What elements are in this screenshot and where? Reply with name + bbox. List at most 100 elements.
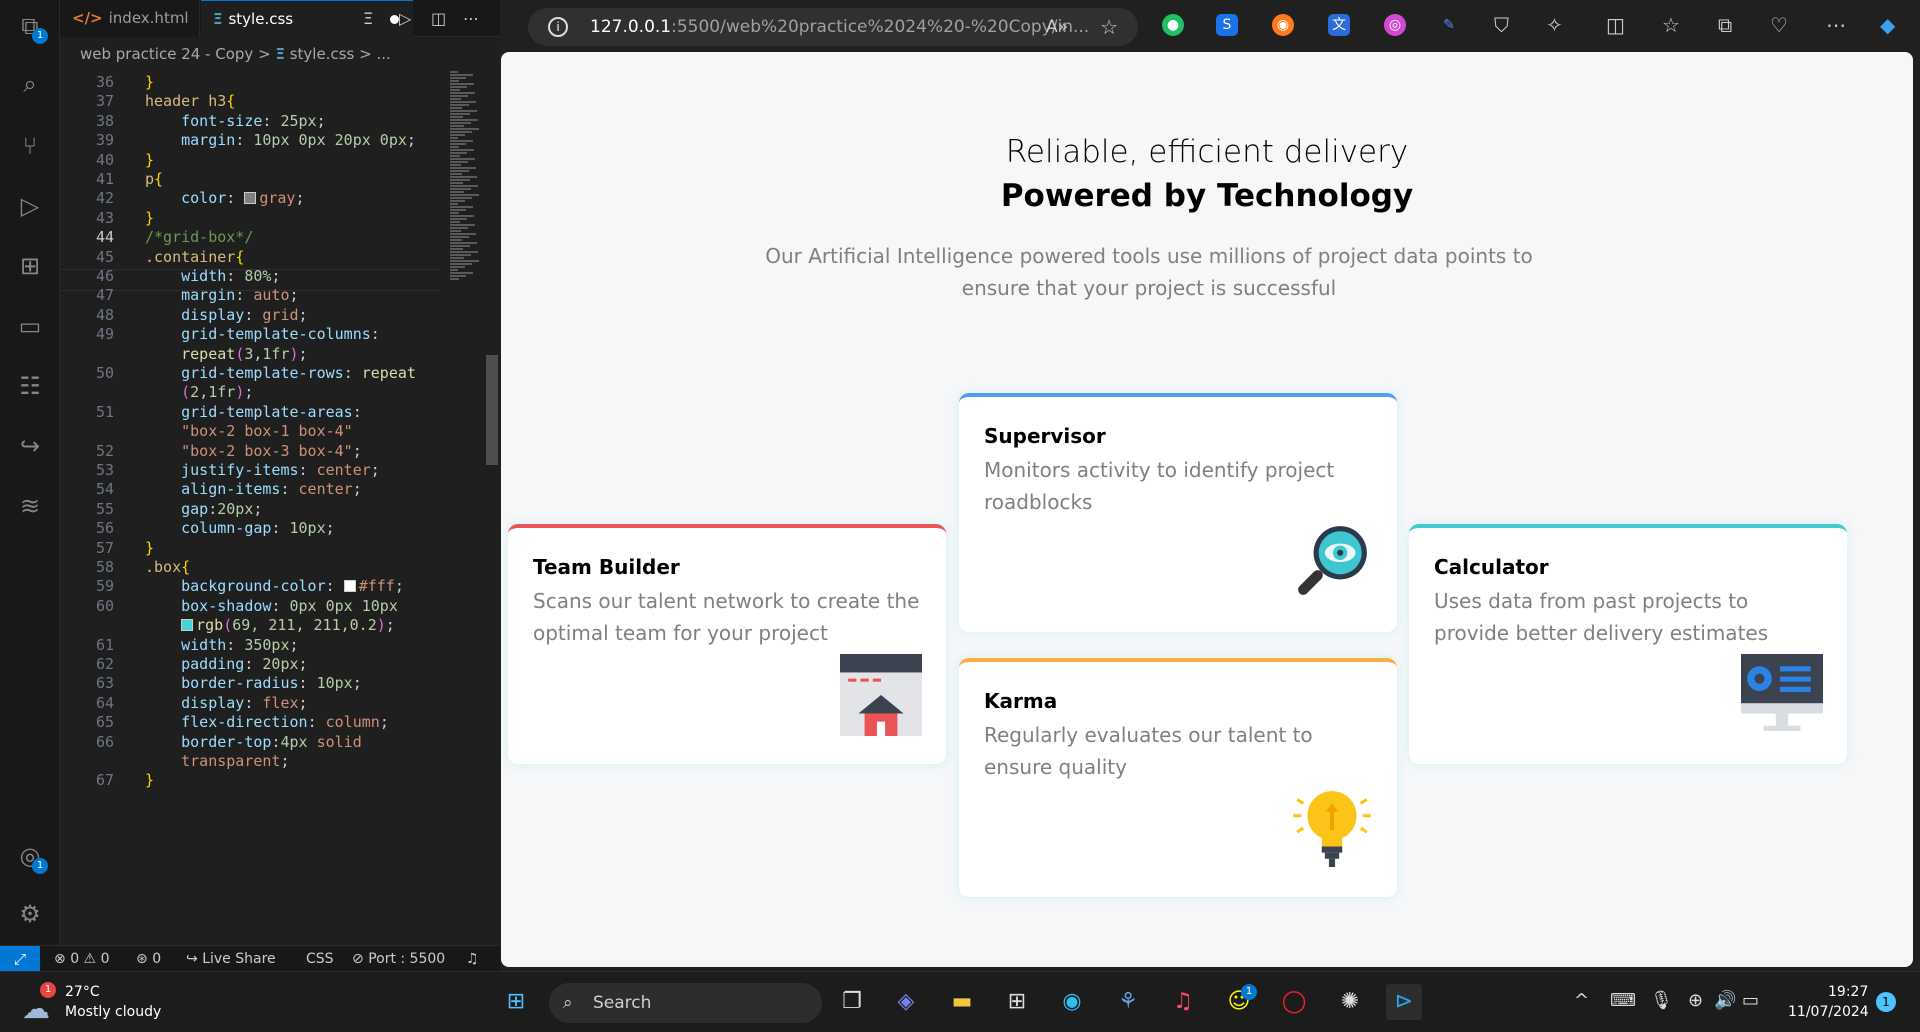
clock-time[interactable]: 19:27 (1828, 984, 1868, 1000)
favorites-icon[interactable]: ☆ (1662, 13, 1680, 37)
keyboard-icon[interactable]: ⌨ (1610, 990, 1636, 1011)
problems-indicator[interactable]: ⊗ 0 ⚠ 0 (54, 946, 109, 972)
code-line[interactable]: column-gap: 10px; (145, 519, 335, 537)
code-line[interactable]: (2,1fr); (145, 383, 253, 401)
extensions-puzzle-icon[interactable]: ✧ (1546, 13, 1563, 37)
code-line[interactable]: justify-items: center; (145, 461, 380, 479)
settings-gear-icon[interactable]: ⚙ (14, 898, 46, 930)
address-bar[interactable]: i 127.0.0.1:5500/web%20practice%2024%20-… (528, 8, 1138, 46)
show-hidden-icons-icon[interactable]: ^ (1574, 990, 1589, 1011)
extensions-icon[interactable]: ⊞ (14, 250, 46, 282)
code-line[interactable]: rgb(69, 211, 211,0.2); (145, 616, 395, 634)
source-control-icon[interactable]: ⑂ (14, 130, 46, 162)
teams-chat-icon[interactable]: ◈ (888, 984, 924, 1020)
code-line[interactable]: p{ (145, 170, 163, 188)
taskbar-search[interactable]: ⌕ Search (549, 983, 822, 1023)
minimap[interactable] (448, 71, 484, 291)
code-line[interactable]: } (145, 209, 154, 227)
code-line[interactable]: .container{ (145, 248, 244, 266)
extension-green-icon[interactable]: ● (1162, 14, 1184, 36)
weather-widget[interactable]: ☁ 1 (22, 982, 62, 1025)
breadcrumb-more[interactable]: > ... (359, 45, 391, 63)
python-file-icon[interactable]: ⚘ (1110, 984, 1146, 1020)
microsoft-store-icon[interactable]: ⊞ (999, 984, 1035, 1020)
code-line[interactable]: } (145, 73, 154, 91)
site-info-icon[interactable]: i (548, 17, 568, 37)
explorer-icon[interactable]: ⧉ 1 (14, 10, 48, 44)
code-line[interactable]: gap:20px; (145, 500, 262, 518)
code-line[interactable]: background-color: #fff; (145, 577, 404, 595)
code-line[interactable]: transparent; (145, 752, 289, 770)
notifications-bell-icon[interactable]: ♫ (466, 946, 479, 972)
code-line[interactable]: "box-2 box-3 box-4"; (145, 442, 362, 460)
copilot-icon[interactable]: ◆ (1880, 13, 1895, 37)
copilot-icon[interactable]: ≋ (14, 490, 46, 522)
chatgpt-icon[interactable]: ✺ (1332, 984, 1368, 1020)
code-line[interactable]: flex-direction: column; (145, 713, 389, 731)
code-line[interactable]: padding: 20px; (145, 655, 307, 673)
code-line[interactable]: width: 80%; (145, 267, 280, 285)
vscode-taskbar-icon[interactable]: ⊳ (1386, 984, 1422, 1020)
code-line[interactable]: /*grid-box*/ (145, 228, 253, 246)
extension-translate-icon[interactable]: 文 (1328, 14, 1350, 36)
code-line[interactable]: grid-template-areas: (145, 403, 362, 421)
file-explorer-icon[interactable]: ▬ (944, 984, 980, 1020)
open-preview-icon[interactable]: Ξ (363, 0, 373, 37)
more-actions-icon[interactable]: ⋯ (463, 0, 479, 37)
battery-icon[interactable]: ▭ (1742, 990, 1759, 1011)
code-line[interactable]: align-items: center; (145, 480, 362, 498)
extension-color-icon[interactable]: ◎ (1384, 14, 1406, 36)
opera-icon[interactable]: ◯ (1276, 984, 1312, 1020)
language-mode[interactable]: CSS (306, 946, 334, 972)
live-server-port[interactable]: ⊘ Port : 5500 (352, 946, 445, 972)
code-line[interactable]: "box-2 box-1 box-4" (145, 422, 353, 440)
settings-more-icon[interactable]: ⋯ (1826, 13, 1846, 37)
code-line[interactable]: display: grid; (145, 306, 307, 324)
extension-s-icon[interactable]: S (1216, 14, 1238, 36)
code-line[interactable]: box-shadow: 0px 0px 10px (145, 597, 398, 615)
live-share-icon[interactable]: ↪ (14, 430, 46, 462)
browser-essentials-icon[interactable]: ♡ (1770, 13, 1788, 37)
split-screen-icon[interactable]: ◫ (1606, 13, 1625, 37)
code-editor[interactable]: 36} 37 header h3{38 font-size: 25px; 39 mar… (60, 71, 440, 945)
unsaved-dot-icon[interactable] (390, 15, 399, 24)
extension-pen-icon[interactable]: ✎ (1438, 14, 1460, 36)
remote-explorer-icon[interactable]: ▭ (14, 310, 46, 342)
code-line[interactable]: repeat(3,1fr); (145, 345, 307, 363)
code-line[interactable]: } (145, 771, 154, 789)
code-line[interactable]: border-radius: 10px; (145, 674, 362, 692)
code-line[interactable]: .box{ (145, 558, 190, 576)
breadcrumb-file[interactable]: style.css (290, 45, 355, 63)
notification-count-badge[interactable]: 1 (1876, 992, 1896, 1012)
code-line[interactable]: header h3{ (145, 92, 235, 110)
collections-icon[interactable]: ⧉ (1718, 13, 1732, 37)
edge-browser-icon[interactable]: ◉ (1054, 984, 1090, 1020)
accounts-icon[interactable]: ◎ 1 (14, 840, 48, 874)
search-icon[interactable]: ⌕ (14, 68, 46, 100)
snapchat-icon[interactable]: ☺ 1 (1221, 984, 1257, 1020)
remote-indicator-icon[interactable]: ⤢ (0, 946, 40, 972)
run-debug-icon[interactable]: ▷ (14, 190, 46, 222)
breadcrumb-folder[interactable]: web practice 24 - Copy (80, 45, 253, 63)
itunes-music-icon[interactable]: ♫ (1165, 984, 1201, 1020)
tab-index-html[interactable]: </> index.html (60, 0, 200, 37)
code-line[interactable]: font-size: 25px; (145, 112, 326, 130)
code-line[interactable]: display: flex; (145, 694, 307, 712)
clock-date[interactable]: 11/07/2024 (1788, 1004, 1869, 1020)
shield-icon[interactable]: ⛉ (1494, 13, 1509, 37)
code-line[interactable]: } (145, 539, 154, 557)
code-line[interactable]: margin: auto; (145, 286, 298, 304)
extension-orange-icon[interactable]: ◉ (1272, 14, 1294, 36)
testing-icon[interactable]: ☷ (14, 370, 46, 402)
code-line[interactable]: grid-template-rows: repeat (145, 364, 416, 382)
favorite-star-icon[interactable]: ☆ (1100, 8, 1118, 46)
task-view-icon[interactable]: ❐ (834, 984, 870, 1020)
tab-style-css[interactable]: Ξstyle.css (201, 0, 413, 37)
code-line[interactable]: } (145, 151, 154, 169)
read-aloud-icon[interactable]: A» (1046, 8, 1068, 46)
code-line[interactable]: border-top:4px solid (145, 733, 362, 751)
network-globe-icon[interactable]: ⊕ (1688, 990, 1703, 1011)
run-icon[interactable]: ▷ (399, 0, 411, 37)
code-line[interactable]: grid-template-columns: (145, 325, 380, 343)
code-line[interactable]: margin: 10px 0px 20px 0px; (145, 131, 416, 149)
